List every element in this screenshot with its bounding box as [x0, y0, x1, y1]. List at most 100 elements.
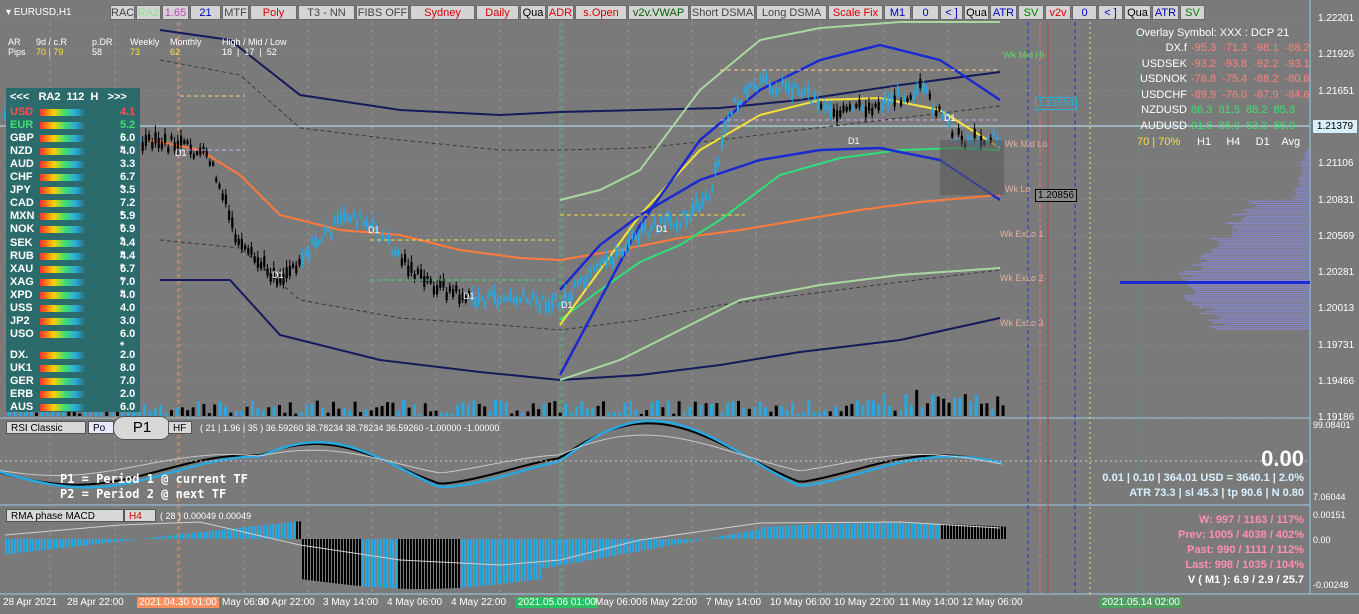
strength-row-aus[interactable]: AUS 6.0	[10, 401, 138, 414]
toolbar-button-20[interactable]: Qua	[964, 5, 989, 20]
rsi-classic-label[interactable]: RSI Classic	[6, 421, 86, 434]
stats-col-0: AR	[8, 37, 21, 47]
macd-label[interactable]: RMA phase MACD	[6, 509, 124, 522]
macd-bar	[107, 539, 109, 543]
rsi-po-label[interactable]: Po	[88, 421, 114, 434]
strength-row-uk1[interactable]: UK1 8.0	[10, 362, 138, 375]
macd-bar	[746, 531, 748, 539]
strength-row-nok[interactable]: NOK 6.9 *	[10, 223, 138, 247]
toolbar-button-14[interactable]: Short DSMA	[690, 5, 755, 20]
volume-profile-bar	[1297, 194, 1310, 196]
strength-row-uss[interactable]: USS 4.0	[10, 302, 138, 315]
volume-profile-bar	[1304, 156, 1310, 158]
toolbar-button-26[interactable]: Qua	[1124, 5, 1151, 20]
strength-row-xag[interactable]: XAG 7.0 *	[10, 276, 138, 300]
strength-row-gbp[interactable]: GBP 6.0 *	[10, 132, 138, 156]
strength-header[interactable]: <<< RA2 112 H >>>	[10, 91, 127, 103]
macd-bar	[29, 539, 31, 552]
volume-profile-bar	[1210, 326, 1310, 328]
strength-row-dx[interactable]: DX. 2.0	[10, 349, 138, 362]
toolbar-button-8[interactable]: Sydney	[410, 5, 475, 20]
toolbar-button-22[interactable]: SV	[1018, 5, 1044, 20]
strength-name: JP2	[10, 314, 30, 327]
macd-bar	[818, 524, 820, 539]
strength-row-xau[interactable]: XAU 6.7 *	[10, 263, 138, 287]
toolbar-button-23[interactable]: v2v	[1045, 5, 1071, 20]
strength-row-eur[interactable]: EUR 5.2 *	[10, 119, 138, 143]
strength-value: 2.0	[120, 348, 136, 361]
volume-bar	[472, 400, 476, 416]
toolbar-button-18[interactable]: 0	[912, 5, 939, 20]
toolbar-button-5[interactable]: Poly	[250, 5, 297, 20]
toolbar-button-1[interactable]: RA2	[136, 5, 161, 20]
toolbar-button-6[interactable]: T3 - NN	[298, 5, 355, 20]
macd-bar	[863, 523, 865, 539]
candle-body	[708, 196, 711, 201]
toolbar-button-21[interactable]: ATR	[990, 5, 1017, 20]
strength-row-aud[interactable]: AUD 3.3	[10, 158, 138, 171]
symbol-dropdown-icon[interactable]: ▾	[6, 7, 11, 18]
toolbar-button-11[interactable]: ADR	[547, 5, 574, 20]
toolbar-button-10[interactable]: Qua	[520, 5, 546, 20]
date-tick: 10 May 06:00	[770, 597, 831, 608]
volume-profile-bar	[1178, 273, 1310, 275]
p1-badge[interactable]: P1	[113, 416, 171, 440]
strength-row-sek[interactable]: SEK 4.4 *	[10, 237, 138, 261]
strength-row-xpd[interactable]: XPD 4.0	[10, 289, 138, 302]
toolbar-button-17[interactable]: M1	[884, 5, 911, 20]
strength-row-usd[interactable]: USD 4.1	[10, 106, 138, 119]
candle-body	[880, 102, 883, 112]
volume-bar	[569, 411, 573, 416]
macd-bar	[806, 524, 808, 539]
macd-tf[interactable]: H4	[124, 509, 156, 522]
toolbar-button-13[interactable]: v2v.VWAP	[628, 5, 689, 20]
symbol-label: ▾ EURUSD,H1	[6, 7, 72, 18]
toolbar-button-15[interactable]: Long DSMA	[756, 5, 827, 20]
candle-body	[317, 240, 320, 246]
strength-bar	[40, 252, 85, 260]
overlay-title: Overlay Symbol: XXX : DCP 21	[1136, 27, 1290, 39]
candle-body	[765, 74, 768, 83]
volume-bar	[256, 408, 260, 416]
p2-note: P2 = Period 2 @ next TF	[60, 487, 227, 501]
strength-row-jpy[interactable]: JPY 3.5	[10, 184, 138, 197]
toolbar-button-24[interactable]: 0	[1072, 5, 1097, 20]
strength-row-cad[interactable]: CAD 7.2 *	[10, 197, 138, 221]
toolbar-button-19[interactable]: < ]	[940, 5, 963, 20]
strength-row-jp2[interactable]: JP2 3.0	[10, 315, 138, 328]
strength-row-nzd[interactable]: NZD 4.0	[10, 145, 138, 158]
volume-bar	[537, 409, 541, 416]
strength-row-erb[interactable]: ERB 2.0	[10, 388, 138, 401]
toolbar-button-12[interactable]: s.Open	[575, 5, 627, 20]
toolbar-button-0[interactable]: RAC	[110, 5, 135, 20]
volume-bar	[855, 400, 859, 416]
toolbar-button-4[interactable]: MTF	[222, 5, 249, 20]
toolbar-button-3[interactable]: 21	[190, 5, 221, 20]
strength-row-uso[interactable]: USO 6.0 *	[10, 328, 138, 352]
overlay-symbol: DX.f	[1165, 42, 1187, 54]
strength-row-ger[interactable]: GER 7.0	[10, 375, 138, 388]
toolbar-button-25[interactable]: < ]	[1098, 5, 1123, 20]
toolbar-button-7[interactable]: FIBS OFF	[356, 5, 409, 20]
strength-row-chf[interactable]: CHF 6.7 *	[10, 171, 138, 195]
volume-bar	[342, 407, 346, 416]
volume-bar	[353, 401, 357, 416]
toolbar-button-27[interactable]: ATR	[1152, 5, 1179, 20]
overlay-symbol: USDCHF	[1141, 88, 1187, 101]
toolbar-button-2[interactable]: 1.65	[162, 5, 189, 20]
strength-name: RUB	[10, 249, 34, 262]
macd-bar	[506, 539, 508, 584]
strength-name: DX.	[10, 348, 29, 361]
volume-profile-bar	[1192, 301, 1310, 304]
toolbar-button-28[interactable]: SV	[1180, 5, 1205, 20]
strength-row-rub[interactable]: RUB 4.4 *	[10, 249, 138, 274]
candle-body	[164, 133, 167, 144]
rsi-hf-label[interactable]: HF	[168, 421, 192, 434]
macd-stat-line: V ( M1 ): 6.9 / 2.9 / 25.7	[1187, 574, 1304, 586]
strength-row-mxn[interactable]: MXN 5.9 *	[10, 210, 138, 234]
candle-body	[896, 87, 899, 96]
volume-bar	[947, 402, 951, 416]
toolbar-button-9[interactable]: Daily	[476, 5, 519, 20]
macd-bar	[752, 530, 754, 539]
toolbar-button-16[interactable]: Scale Fix	[828, 5, 883, 20]
